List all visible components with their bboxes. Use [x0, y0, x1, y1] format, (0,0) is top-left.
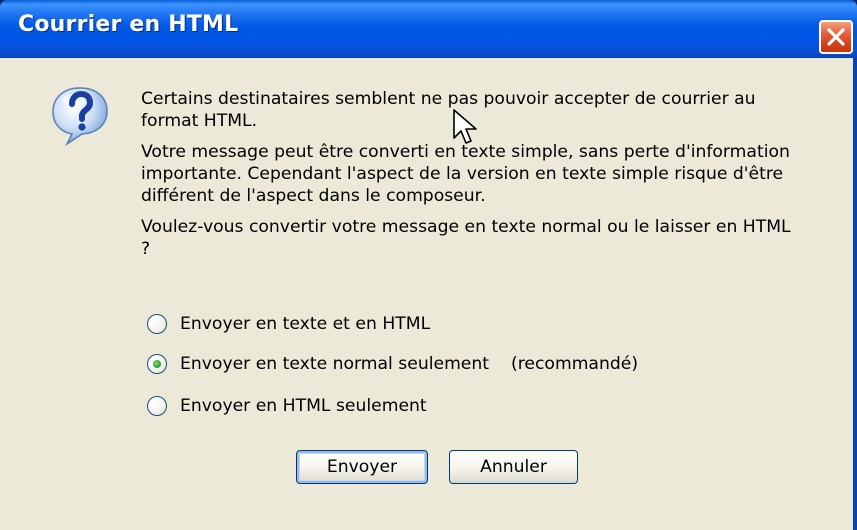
- radio-label: Envoyer en texte et en HTML: [180, 314, 431, 334]
- radio-label: Envoyer en HTML seulement: [180, 396, 427, 416]
- radio-label: Envoyer en texte normal seulement: [180, 354, 490, 374]
- dialog-window: Courrier en HTML Certains destinataires …: [0, 0, 857, 530]
- radio-option-text-only[interactable]: Envoyer en texte normal seulement (recom…: [147, 352, 638, 376]
- title-bar[interactable]: Courrier en HTML: [0, 0, 857, 58]
- close-icon: [827, 28, 845, 46]
- cancel-button[interactable]: Annuler: [449, 450, 578, 484]
- radio-button-checked[interactable]: [147, 354, 167, 374]
- radio-option-text-and-html[interactable]: Envoyer en texte et en HTML: [147, 312, 430, 336]
- mouse-cursor-icon: [453, 109, 477, 144]
- radio-option-html-only[interactable]: Envoyer en HTML seulement: [147, 394, 427, 418]
- question-icon: [52, 87, 108, 146]
- window-title: Courrier en HTML: [18, 12, 239, 37]
- message-paragraph: Voulez-vous convertir votre message en t…: [141, 217, 791, 259]
- radio-button[interactable]: [147, 396, 167, 416]
- message-paragraph: Votre message peut être converti en text…: [141, 142, 790, 206]
- close-button[interactable]: [819, 20, 853, 54]
- recommended-note: (recommandé): [511, 354, 639, 374]
- radio-button[interactable]: [147, 314, 167, 334]
- send-button[interactable]: Envoyer: [296, 450, 428, 484]
